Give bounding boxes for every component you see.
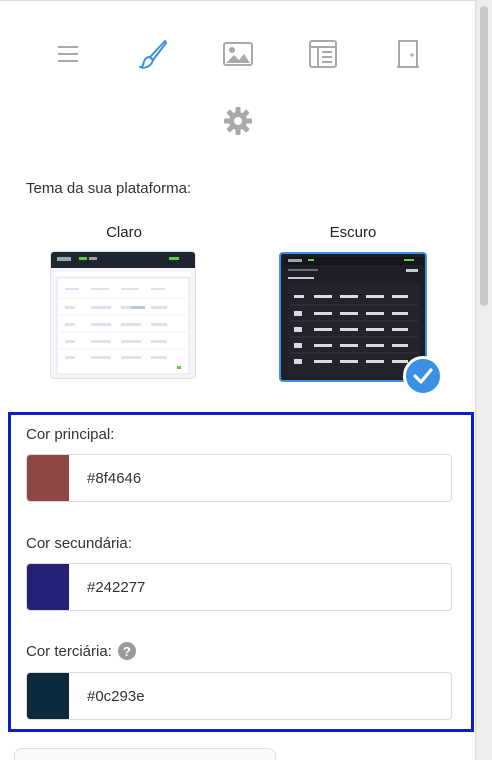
gear-icon[interactable]	[222, 105, 254, 137]
secondary-color-swatch[interactable]	[27, 564, 69, 610]
theme-section-title: Tema da sua plataforma:	[26, 180, 192, 197]
tertiary-color-input[interactable]	[69, 673, 451, 719]
tertiary-color-label-text: Cor terciária:	[26, 642, 112, 660]
scrollbar-thumb[interactable]	[480, 6, 488, 306]
door-icon[interactable]	[393, 37, 423, 71]
primary-color-field[interactable]	[26, 454, 452, 502]
brush-icon[interactable]	[136, 37, 170, 71]
secondary-color-field[interactable]	[26, 563, 452, 611]
secondary-color-input[interactable]	[69, 564, 451, 610]
image-icon[interactable]	[221, 39, 255, 69]
primary-color-input[interactable]	[69, 455, 451, 501]
theme-option-dark-label: Escuro	[329, 224, 377, 241]
tertiary-color-field[interactable]	[26, 672, 452, 720]
theme-settings-panel: Tema da sua plataforma: Claro Escuro Cor…	[0, 0, 476, 760]
primary-color-swatch[interactable]	[27, 455, 69, 501]
selected-check-icon	[403, 356, 443, 396]
primary-color-label-text: Cor principal:	[26, 426, 115, 443]
layout-icon[interactable]	[306, 37, 340, 71]
theme-option-dark-preview[interactable]	[279, 252, 427, 382]
secondary-color-label: Cor secundária:	[26, 535, 132, 552]
tertiary-color-label: Cor terciária: ?	[26, 642, 136, 660]
theme-option-light-preview[interactable]	[50, 251, 196, 379]
help-icon[interactable]: ?	[117, 642, 136, 660]
next-section-tab[interactable]	[14, 748, 276, 760]
tertiary-color-swatch[interactable]	[27, 673, 69, 719]
menu-icon[interactable]	[53, 41, 83, 67]
primary-color-label: Cor principal:	[26, 426, 114, 443]
theme-option-light-label: Claro	[106, 224, 142, 241]
secondary-color-label-text: Cor secundária:	[26, 535, 132, 552]
